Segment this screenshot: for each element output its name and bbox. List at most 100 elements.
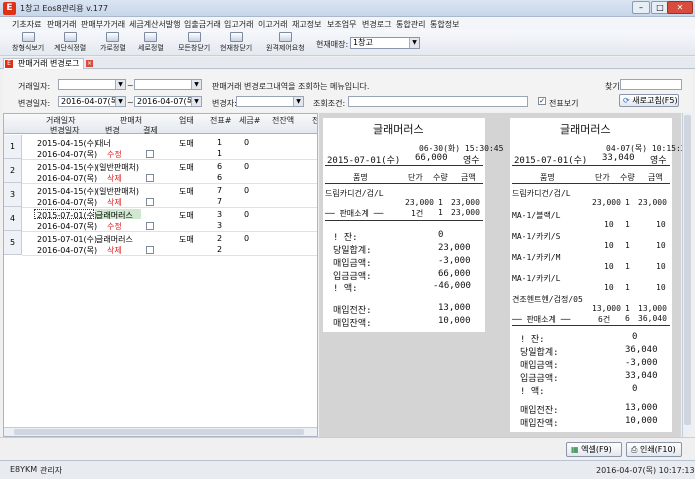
vertical-align-button[interactable]: 세로정렬 xyxy=(138,32,164,54)
menu-tax-invoice[interactable]: 세금계산서발행 xyxy=(129,19,181,30)
remote-control-button[interactable]: 원격제어요청 xyxy=(266,32,305,54)
changer-select[interactable]: ▼ xyxy=(236,96,304,107)
menu-stock-info[interactable]: 재고정보 xyxy=(292,19,321,30)
menu-receiving[interactable]: 입고거래 xyxy=(224,19,253,30)
trade-date-to-field[interactable]: ▼ xyxy=(134,79,202,90)
store-select[interactable]: 1창고 ▼ xyxy=(350,37,420,49)
item-name: 드림카디건/검/L xyxy=(325,189,384,198)
menu-cash[interactable]: 입출금거래 xyxy=(184,19,221,30)
menu-sales[interactable]: 판매거래 xyxy=(47,19,76,30)
customer-label: 거래일자: xyxy=(18,82,51,91)
slip-no-cell[interactable]: 2 xyxy=(217,234,222,243)
col-slip-no[interactable]: 전표# xyxy=(210,115,231,126)
menu-sales-extra[interactable]: 판매부가거래 xyxy=(81,19,125,30)
chevron-down-icon: ▼ xyxy=(115,80,125,89)
customer-cell[interactable]: (일반판매처) xyxy=(96,186,139,197)
slip-view-checkbox[interactable] xyxy=(538,97,546,105)
item-price: 10 xyxy=(604,283,614,292)
close-button[interactable]: ✕ xyxy=(667,1,693,14)
business-type-cell[interactable]: 도매 xyxy=(179,234,194,245)
scroll-thumb[interactable] xyxy=(14,429,304,435)
slip-no-cell[interactable]: 1 xyxy=(217,149,222,158)
slip-no-cell[interactable]: 7 xyxy=(217,186,222,195)
grid-horizontal-scrollbar[interactable] xyxy=(4,427,317,436)
payment-checkbox[interactable] xyxy=(146,174,154,182)
item-qty: 1 xyxy=(625,304,630,313)
business-type-cell[interactable]: 도매 xyxy=(179,138,194,149)
tax-no-cell[interactable]: 0 xyxy=(244,234,249,243)
business-type-cell[interactable]: 도매 xyxy=(179,162,194,173)
minimize-button[interactable]: – xyxy=(632,1,650,14)
tab-sales-change-log[interactable]: 판매거래 변경로그 xyxy=(3,58,85,69)
row-number[interactable]: 5 xyxy=(4,231,22,255)
stair-align-button[interactable]: 계단식정렬 xyxy=(54,32,86,54)
col-prev[interactable]: 전 xyxy=(312,115,317,126)
excel-button[interactable]: ▦ 엑셀(F9) xyxy=(566,442,622,457)
change-date-to-field[interactable]: 2016-04-07(목) ▼ xyxy=(134,96,202,107)
tax-no-cell[interactable]: 0 xyxy=(244,210,249,219)
menu-integrated-info[interactable]: 통합정보 xyxy=(430,19,459,30)
col-prev-balance[interactable]: 전잔액 xyxy=(272,115,294,126)
slip-no-cell[interactable]: 3 xyxy=(217,210,222,219)
business-type-cell[interactable]: 도매 xyxy=(179,210,194,221)
slip-no-cell[interactable]: 1 xyxy=(217,138,222,147)
change-date-from-field[interactable]: 2016-04-07(목) ▼ xyxy=(58,96,126,107)
menu-change-log[interactable]: 변경로그 xyxy=(362,19,391,30)
customer-cell[interactable]: 대너 xyxy=(96,138,111,149)
subtotal-count: 6건 xyxy=(598,315,611,324)
menu-support[interactable]: 보조업무 xyxy=(327,19,356,30)
slip-no-cell[interactable]: 2 xyxy=(217,245,222,254)
payment-checkbox[interactable] xyxy=(146,198,154,206)
customer-cell[interactable]: 글래머러스 xyxy=(96,234,133,245)
tab-close-icon[interactable]: × xyxy=(86,60,93,67)
payment-checkbox[interactable] xyxy=(146,150,154,158)
user-role: 관리자 xyxy=(40,466,63,475)
row-number[interactable]: 2 xyxy=(4,159,22,183)
trade-date-cell[interactable]: 2015-07-01(수) xyxy=(37,234,97,245)
trade-date-from-field[interactable]: ▼ xyxy=(58,79,126,90)
close-current-window-button[interactable]: 현재창닫기 xyxy=(220,32,252,54)
tax-no-cell[interactable]: 0 xyxy=(244,138,249,147)
slip-no-cell[interactable]: 3 xyxy=(217,221,222,230)
slip-no-cell[interactable]: 7 xyxy=(217,197,222,206)
item-qty: 1 xyxy=(438,198,443,207)
slip-no-cell[interactable]: 6 xyxy=(217,173,222,182)
customer-cell[interactable]: (일반판매처) xyxy=(96,162,139,173)
chevron-down-icon: ▼ xyxy=(409,38,419,48)
find-input[interactable] xyxy=(620,79,682,90)
trade-date-cell[interactable]: 2015-04-15(수) xyxy=(37,162,97,173)
item-name: MA-1/블랙/L xyxy=(512,211,561,220)
col-payment[interactable]: 결제 xyxy=(143,125,158,136)
close-all-windows-button[interactable]: 모든창닫기 xyxy=(178,32,210,54)
print-button[interactable]: ⎙ 인쇄(F10) xyxy=(626,442,682,457)
customer-cell[interactable]: 글래머러스 xyxy=(96,210,133,221)
trade-date-cell[interactable]: 2015-04-15(수) xyxy=(37,186,97,197)
divider xyxy=(325,183,483,184)
trade-date-cell[interactable]: 2015-07-01(수) xyxy=(37,210,97,221)
refresh-button[interactable]: ⟳ 새로고침(F5) xyxy=(619,94,679,107)
scroll-thumb[interactable] xyxy=(684,115,691,425)
row-number[interactable]: 4 xyxy=(4,207,22,231)
condition-input[interactable] xyxy=(348,96,528,107)
col-business-type[interactable]: 업태 xyxy=(179,115,194,126)
col-change[interactable]: 변경 xyxy=(105,125,120,136)
menu-basic-data[interactable]: 기초자료 xyxy=(12,19,41,30)
cascade-view-button[interactable]: 창형식보기 xyxy=(12,32,44,54)
col-tax-no[interactable]: 세금# xyxy=(239,115,260,126)
payment-checkbox[interactable] xyxy=(146,222,154,230)
row-number[interactable]: 1 xyxy=(4,135,22,159)
col-change-date[interactable]: 변경일자 xyxy=(50,125,79,136)
payment-checkbox[interactable] xyxy=(146,246,154,254)
receipt-vertical-scrollbar[interactable] xyxy=(682,113,692,437)
menu-integrated-mgmt[interactable]: 통합관리 xyxy=(396,19,425,30)
trade-date-cell[interactable]: 2015-04-15(수) xyxy=(37,138,97,149)
col-customer[interactable]: 판매처 xyxy=(120,115,142,126)
slip-no-cell[interactable]: 6 xyxy=(217,162,222,171)
horizontal-align-button[interactable]: 가로정렬 xyxy=(100,32,126,54)
business-type-cell[interactable]: 도매 xyxy=(179,186,194,197)
head-price: 단가 xyxy=(595,173,610,182)
tax-no-cell[interactable]: 0 xyxy=(244,162,249,171)
menu-transfer[interactable]: 이고거래 xyxy=(258,19,287,30)
row-number[interactable]: 3 xyxy=(4,183,22,207)
tax-no-cell[interactable]: 0 xyxy=(244,186,249,195)
